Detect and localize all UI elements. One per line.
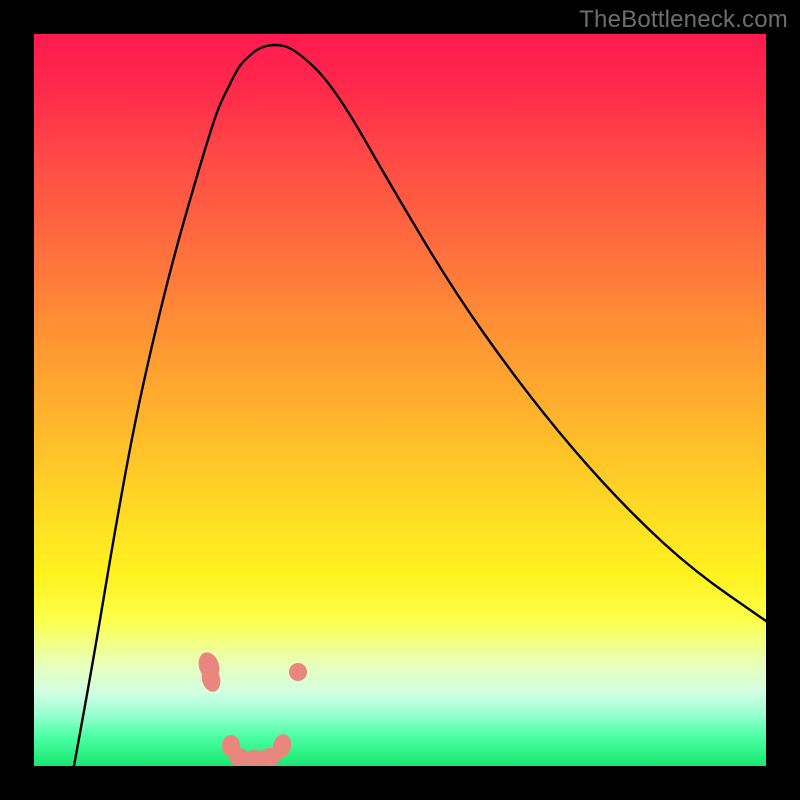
plot-area	[34, 34, 766, 766]
chart-frame: TheBottleneck.com	[0, 0, 800, 800]
watermark-text: TheBottleneck.com	[579, 6, 788, 34]
bottleneck-curve	[34, 34, 766, 766]
curve-marker	[289, 663, 307, 681]
